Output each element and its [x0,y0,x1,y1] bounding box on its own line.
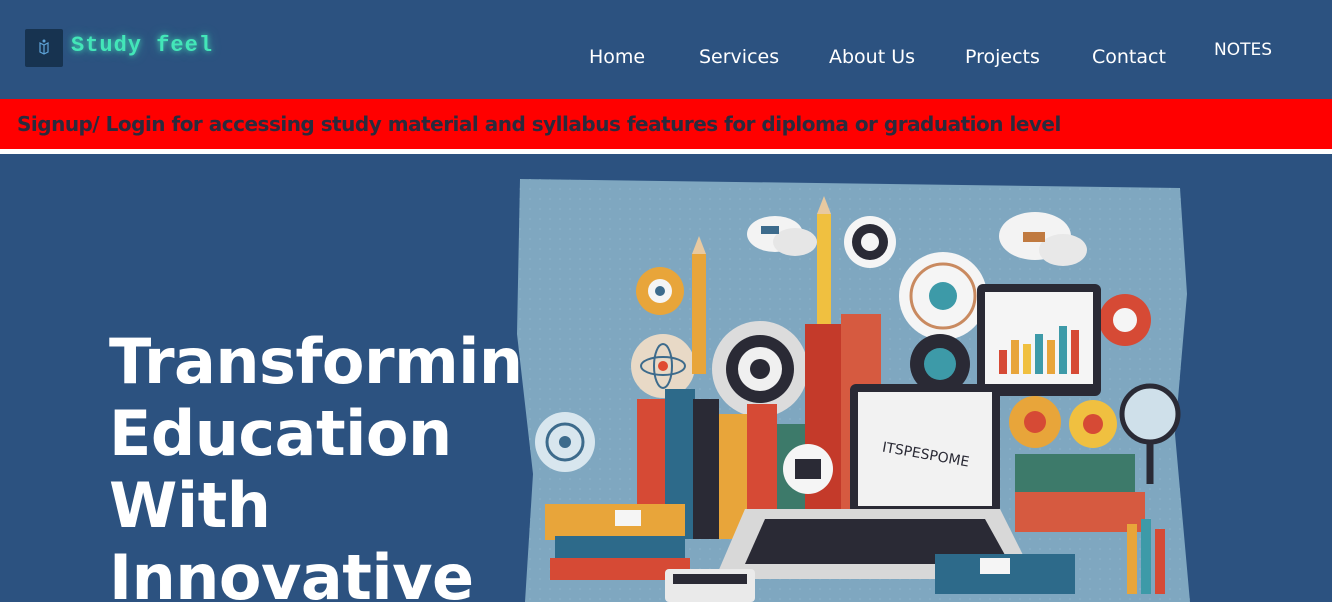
page: Study feel Home Services About Us Projec… [0,0,1332,602]
gear-icon [1099,294,1151,346]
nav-home[interactable]: Home [589,46,645,68]
site-header: Study feel Home Services About Us Projec… [0,0,1332,99]
calculator-icon [665,569,755,602]
announcement-text[interactable]: Signup/ Login for accessing study materi… [17,112,1061,136]
gear-icon [636,267,684,315]
gear-icon [1069,400,1117,448]
gear-icon [712,321,808,417]
hero-illustration: ITSPESPOME [517,179,1190,602]
nav-notes[interactable]: NOTES [1214,40,1272,60]
target-icon [899,252,987,340]
nav-projects[interactable]: Projects [965,46,1040,68]
book-icon [39,39,49,55]
target-icon [844,216,896,268]
hero-title-line: Transforming [109,325,567,398]
brand-name[interactable]: Study feel [71,33,213,58]
nav-about-us[interactable]: About Us [829,46,915,68]
nav-services[interactable]: Services [699,46,779,68]
hero-title-line: Education [109,397,452,470]
chart-monitor-icon [977,284,1101,396]
hero-title-line: Innovative [109,541,474,602]
pencil-icon [692,236,706,374]
divider [0,149,1332,154]
atom-icon [631,334,695,398]
hero-title-line: With [109,469,271,542]
target-icon [535,412,595,472]
hero-title: Transforming Education With Innovative [109,325,567,602]
logo[interactable] [25,29,63,67]
crayons-icon [1127,519,1165,594]
announcement-bar: Signup/ Login for accessing study materi… [0,99,1332,149]
gear-icon [1009,396,1061,448]
nav-contact[interactable]: Contact [1092,46,1166,68]
